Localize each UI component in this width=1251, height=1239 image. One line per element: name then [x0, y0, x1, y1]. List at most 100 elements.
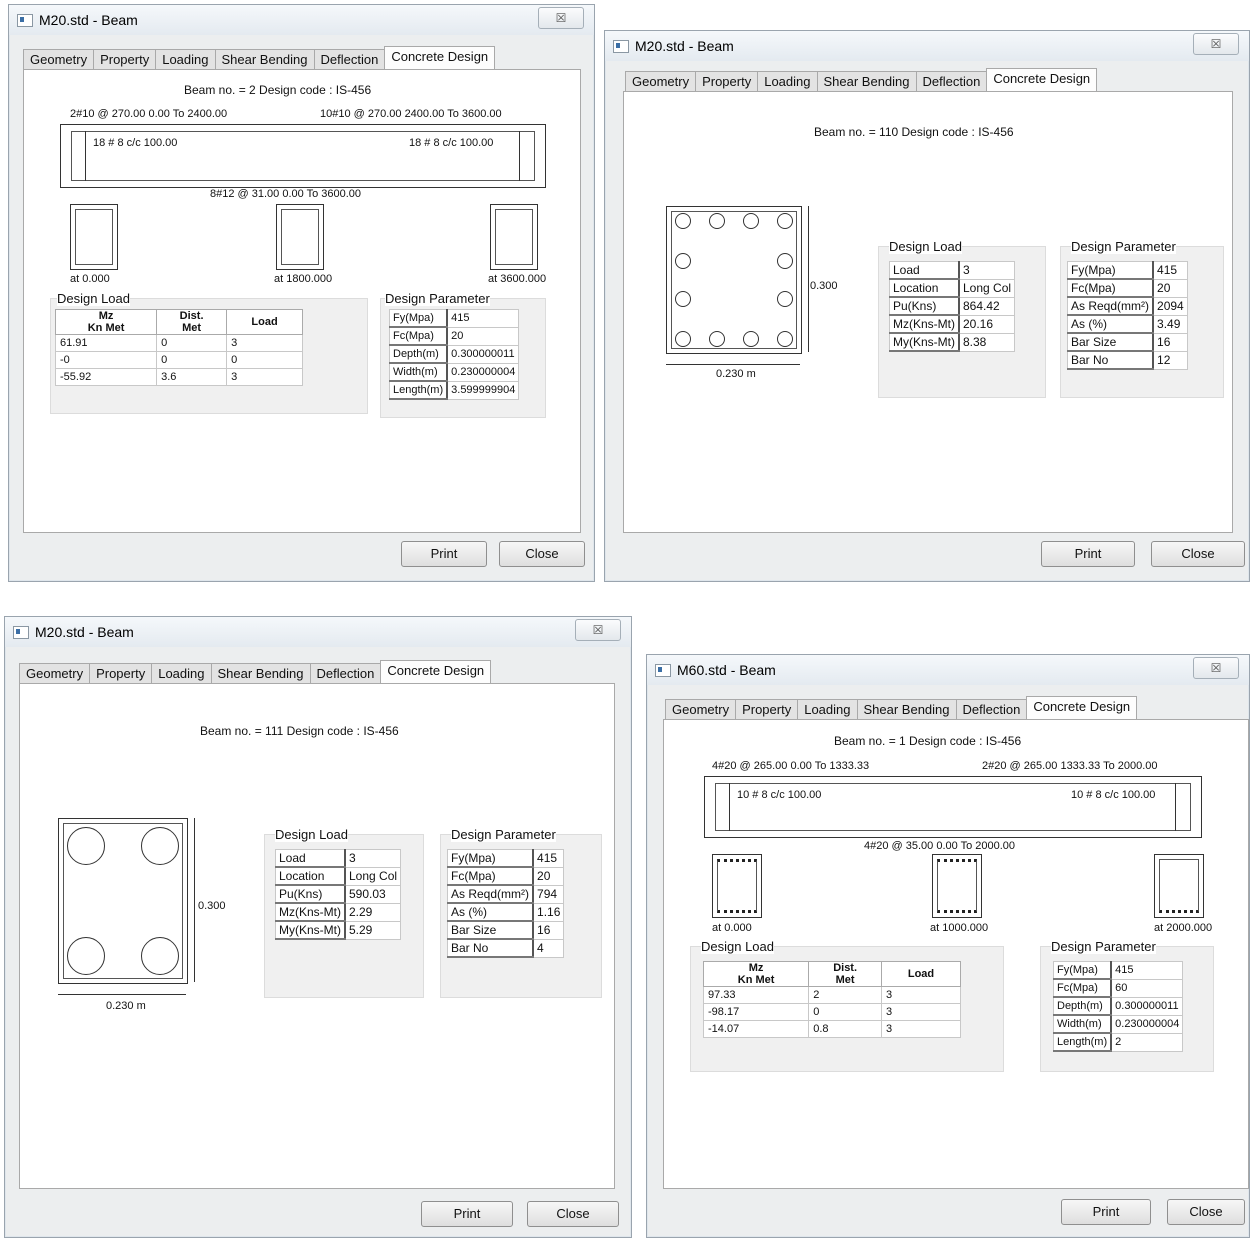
rebar-circle [743, 331, 759, 347]
section-left-label: at 0.000 [70, 273, 110, 285]
depth-label: 0.300 [198, 900, 226, 912]
close-button[interactable]: Close [527, 1201, 619, 1227]
rebar-circle [675, 291, 691, 307]
design-load-table: Mz Kn Met Dist. Met Load 97.33 2 3 -98.17 0… [702, 961, 961, 1038]
tab-concrete-design[interactable]: Concrete Design [384, 46, 496, 69]
window-title: M20.std - Beam [635, 38, 734, 54]
table-row: -14.07 0.8 3 [702, 1020, 961, 1038]
stirrup-right-label: 18 # 8 c/c 100.00 [409, 137, 494, 149]
beam-design-header: Beam no. = 110 Design code : IS-456 [814, 125, 1014, 139]
rebar-circle [709, 213, 725, 229]
section-left [712, 854, 762, 918]
table-row: 97.33 2 3 [702, 986, 961, 1004]
close-icon[interactable]: ☒ [1193, 33, 1239, 55]
top-left-bar-label: 4#20 @ 265.00 0.00 To 1333.33 [712, 760, 870, 772]
column-section [666, 206, 802, 354]
print-button[interactable]: Print [401, 541, 487, 567]
col-load: Load [881, 961, 961, 987]
design-load-table: Load 3 Location Long Col Pu(Kns) 590.03 Mz(… [275, 849, 402, 940]
rebar-circle [67, 937, 105, 975]
col-dist: Dist. Met [808, 961, 883, 987]
section-right [1154, 854, 1204, 918]
bottom-bar-label: 8#12 @ 31.00 0.00 To 3600.00 [210, 188, 362, 200]
title-bar: M20.std - Beam ☒ [605, 31, 1249, 61]
close-button[interactable]: Close [1151, 541, 1245, 567]
beam-design-header: Beam no. = 2 Design code : IS-456 [184, 83, 372, 97]
design-parameter-group: Design Parameter Fy(Mpa) 415 Fc(Mpa) 60 De… [1040, 939, 1214, 1072]
col-mz: Mz Kn Met [702, 961, 810, 987]
depth-dimension-line [194, 818, 195, 982]
design-load-label: Design Load [889, 239, 962, 254]
window-title: M20.std - Beam [35, 624, 134, 640]
design-parameter-group: Design Parameter Fy(Mpa) 415 Fc(Mpa) 20 De… [380, 291, 546, 418]
print-button[interactable]: Print [1041, 541, 1135, 567]
window-icon [13, 626, 29, 639]
design-load-group: Design Load Mz Kn Met Dist. Met Load 97.… [690, 939, 1004, 1072]
title-bar: M20.std - Beam ☒ [5, 617, 631, 647]
dialog-beam-110: M20.std - Beam ☒ Geometry Property Loadi… [604, 30, 1250, 582]
design-parameter-group: Design Parameter Fy(Mpa) 415 Fc(Mpa) 20 As… [1060, 239, 1224, 398]
design-load-group: Design Load Load 3 Location Long Col Pu(Kn… [264, 827, 424, 998]
stirrup-left-label: 10 # 8 c/c 100.00 [737, 789, 822, 801]
section-middle [932, 854, 982, 918]
rebar-circle [141, 827, 179, 865]
close-icon[interactable]: ☒ [575, 619, 621, 641]
rebar-circle [675, 253, 691, 269]
column-section [58, 818, 188, 984]
beam-elevation: 18 # 8 c/c 100.00 18 # 8 c/c 100.00 [60, 124, 546, 188]
dialog-beam-111: M20.std - Beam ☒ Geometry Property Loadi… [4, 616, 632, 1238]
window-title: M20.std - Beam [39, 12, 138, 28]
print-button[interactable]: Print [1061, 1199, 1151, 1225]
stirrup-line [85, 131, 86, 181]
beam-elevation: 10 # 8 c/c 100.00 10 # 8 c/c 100.00 [704, 776, 1202, 838]
design-parameter-label: Design Parameter [385, 291, 490, 306]
design-load-group: Design Load Mz Kn Met Dist. Met Load 61.… [50, 291, 368, 414]
rebar-circle [67, 827, 105, 865]
design-parameter-table: Fy(Mpa) 415 Fc(Mpa) 20 Depth(m) 0.300000011… [389, 309, 520, 400]
design-parameter-label: Design Parameter [1051, 939, 1156, 954]
title-bar: M20.std - Beam ☒ [9, 5, 594, 35]
stirrup-line [729, 783, 730, 831]
rebar-circle [777, 291, 793, 307]
width-label: 0.230 m [106, 1000, 146, 1012]
print-button[interactable]: Print [421, 1201, 513, 1227]
design-load-table: Mz Kn Met Dist. Met Load 61.91 0 3 -0 0 0 -5… [54, 309, 303, 386]
section-right-label: at 2000.000 [1154, 922, 1213, 934]
stirrup-left-label: 18 # 8 c/c 100.00 [93, 137, 178, 149]
design-load-table: Load 3 Location Long Col Pu(Kns) 864.42 Mz(… [889, 261, 1016, 352]
width-label: 0.230 m [716, 368, 756, 380]
design-load-label: Design Load [57, 291, 130, 306]
concrete-design-panel: Beam no. = 2 Design code : IS-456 2#10 @… [23, 69, 581, 533]
rebar-circle [675, 213, 691, 229]
section-middle [276, 204, 324, 270]
width-dimension-line [666, 364, 800, 365]
rebar-circle [709, 331, 725, 347]
depth-label: 0.300 [810, 280, 838, 292]
width-dimension-line [58, 994, 186, 995]
dialog-beam-2: M20.std - Beam ☒ Geometry Property Loadi… [8, 4, 595, 582]
rebar-circle [743, 213, 759, 229]
close-button[interactable]: Close [499, 541, 585, 567]
stirrup-right-label: 10 # 8 c/c 100.00 [1071, 789, 1156, 801]
window-icon [613, 40, 629, 53]
depth-dimension-line [808, 206, 809, 352]
col-dist: Dist. Met [156, 309, 228, 335]
close-icon[interactable]: ☒ [538, 7, 584, 29]
concrete-design-panel: Beam no. = 111 Design code : IS-456 0.30… [19, 683, 615, 1189]
design-parameter-group: Design Parameter Fy(Mpa) 415 Fc(Mpa) 20 As… [440, 827, 602, 998]
window-icon [655, 664, 671, 677]
top-right-bar-label: 2#20 @ 265.00 1333.33 To 2000.00 [982, 760, 1158, 772]
rebar-circle [141, 937, 179, 975]
close-icon[interactable]: ☒ [1193, 657, 1239, 679]
beam-design-header: Beam no. = 1 Design code : IS-456 [834, 734, 1022, 748]
tab-concrete-design[interactable]: Concrete Design [986, 68, 1098, 91]
table-row: -0 0 0 [54, 351, 303, 369]
bottom-bar-label: 4#20 @ 35.00 0.00 To 2000.00 [864, 840, 1016, 852]
close-button[interactable]: Close [1167, 1199, 1245, 1225]
design-parameter-label: Design Parameter [1071, 239, 1176, 254]
tab-concrete-design[interactable]: Concrete Design [1026, 696, 1138, 719]
tab-concrete-design[interactable]: Concrete Design [380, 660, 492, 683]
design-load-label: Design Load [275, 827, 348, 842]
title-bar: M60.std - Beam ☒ [647, 655, 1249, 685]
rebar-circle [675, 331, 691, 347]
